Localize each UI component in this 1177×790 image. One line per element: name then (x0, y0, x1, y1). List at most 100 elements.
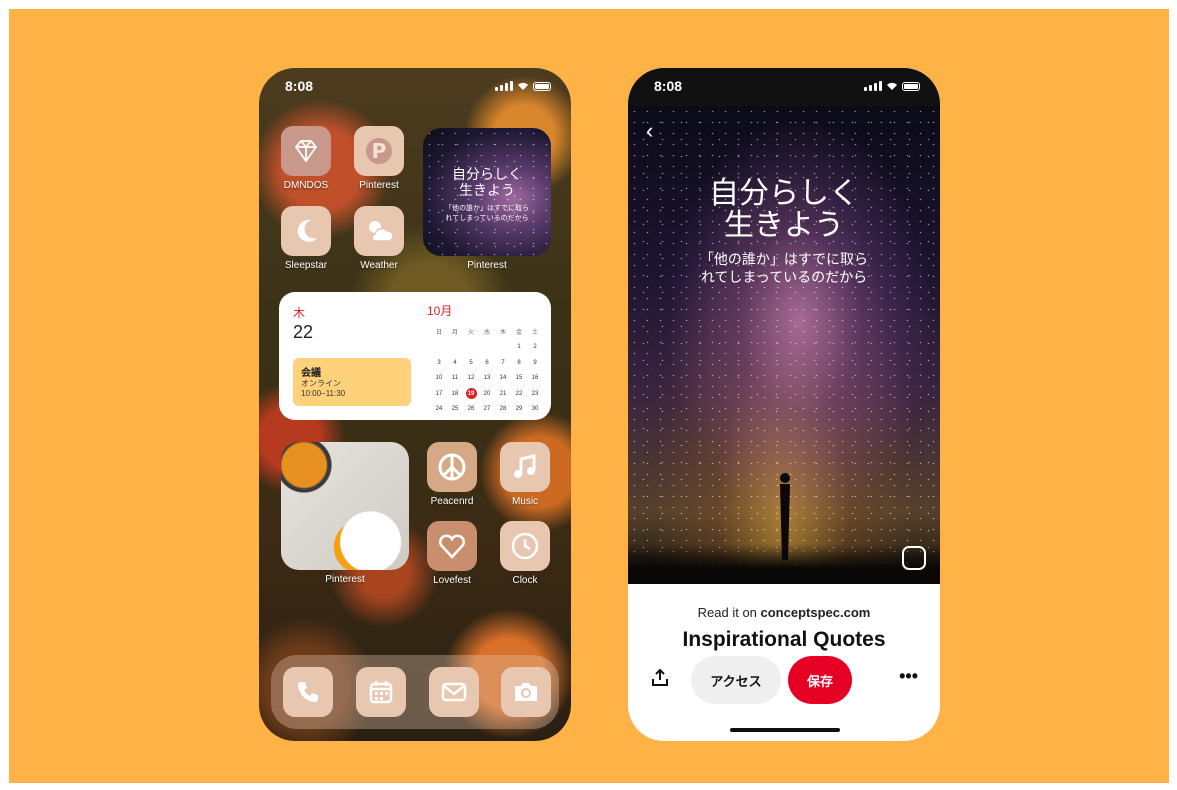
quote-line: 自分らしく (709, 177, 859, 210)
widget-label: Pinterest (467, 260, 507, 271)
app-dmndos[interactable]: DMNDOS (276, 126, 336, 191)
source-link[interactable]: Read it on conceptspec.com (628, 605, 940, 620)
calendar-date: 6 (485, 359, 489, 366)
event-time: 10:00−11:30 (301, 389, 346, 398)
calendar-date: 16 (531, 375, 539, 382)
calendar-date: 24 (435, 406, 443, 413)
calendar-date: 2 (533, 344, 537, 351)
action-bar: アクセス 保存 ••• (628, 656, 940, 716)
background (9, 9, 1169, 783)
app-music[interactable]: Music (495, 442, 555, 507)
dock (271, 655, 559, 729)
signal-icon (864, 81, 882, 91)
quote-sub: 「他の誰か」はすでに取ら (444, 205, 530, 212)
event-title: 会議 (301, 368, 321, 379)
save-button[interactable]: 保存 (788, 656, 852, 704)
calendar-date: 17 (435, 390, 443, 397)
more-options-icon[interactable]: ••• (899, 666, 918, 687)
calendar-date: 11 (451, 375, 459, 382)
pin-image[interactable]: 自分らしく 生きよう 「他の誰か」はすでに取ら れてしまっているのだから (628, 106, 940, 584)
calendar-date: 18 (451, 390, 459, 397)
calendar-date (447, 340, 463, 356)
weather-icon (354, 206, 404, 256)
calendar-event[interactable]: 会議 オンライン 10:00−11:30 (293, 358, 411, 406)
calendar-date-today: 19 (465, 388, 477, 400)
source-site: conceptspec.com (760, 605, 871, 620)
calendar-day: 22 (293, 322, 314, 342)
wifi-icon (518, 82, 528, 90)
phone-pin-detail: 8:08 自分らしく 生きよう 「他の誰か」はすでに取ら れてしまっているのだから … (628, 68, 940, 741)
calendar-date: 15 (515, 375, 523, 382)
app-lovefest[interactable]: Lovefest (422, 521, 482, 586)
clock-icon (500, 521, 550, 571)
visual-search-icon[interactable] (902, 546, 926, 570)
event-location: オンライン (301, 379, 341, 388)
quote-line: 生きよう (724, 209, 844, 242)
app-label: DMNDOS (283, 180, 329, 191)
home-indicator (730, 728, 840, 732)
calendar-date: 12 (467, 375, 475, 382)
mail-icon[interactable] (429, 667, 479, 717)
calendar-month: 10月 (427, 304, 453, 318)
weekday-header: 金 (515, 330, 522, 337)
music-note-icon (500, 442, 550, 492)
calendar-date: 1 (517, 344, 521, 351)
calendar-date (479, 340, 495, 356)
weekday-header: 日 (435, 330, 442, 337)
diamond-icon (281, 126, 331, 176)
app-label: Weather (360, 260, 398, 271)
app-sleepstar[interactable]: Sleepstar (276, 206, 336, 271)
battery-icon (533, 82, 551, 91)
back-chevron-icon[interactable]: ‹ (646, 118, 653, 144)
calendar-weekday: 木 (293, 306, 306, 320)
calendar-date: 9 (533, 359, 537, 366)
wifi-icon (887, 82, 897, 90)
app-clock[interactable]: Clock (495, 521, 555, 586)
visit-button[interactable]: アクセス (691, 656, 781, 704)
photo-widget[interactable] (281, 442, 409, 570)
calendar-date: 7 (501, 359, 505, 366)
calendar-widget[interactable]: 木 22 会議 オンライン 10:00−11:30 10月 日月火水木金土123… (279, 292, 551, 428)
calendar-date: 22 (515, 390, 523, 397)
phone-icon[interactable] (283, 667, 333, 717)
app-label: Sleepstar (284, 260, 328, 271)
pin-title: Inspirational Quotes (682, 628, 886, 651)
share-icon[interactable] (650, 668, 670, 688)
app-label: Pinterest (359, 180, 399, 191)
phone-home-screen: 8:08 DMNDOS P Pinterest Sleepstar Weathe… (259, 68, 571, 741)
heart-icon (427, 521, 477, 571)
app-label: Peacenrd (430, 496, 474, 507)
calendar-date (431, 340, 447, 356)
app-weather[interactable]: Weather (349, 206, 409, 271)
quote-sub: れてしまっているのだから (700, 269, 868, 285)
peace-icon (427, 442, 477, 492)
calendar-date: 13 (483, 375, 491, 382)
app-peacenrd[interactable]: Peacenrd (422, 442, 482, 507)
weekday-header: 月 (451, 330, 458, 337)
calendar-date: 29 (515, 406, 523, 413)
calendar-date: 4 (453, 359, 457, 366)
camera-icon[interactable] (501, 667, 551, 717)
weekday-header: 火 (467, 330, 474, 337)
calendar-date: 25 (451, 406, 459, 413)
calendar-date: 21 (499, 390, 507, 397)
svg-text:P: P (372, 139, 387, 163)
calendar-date: 23 (531, 390, 539, 397)
status-bar: 8:08 (628, 68, 940, 106)
weekday-header: 水 (483, 330, 490, 337)
calendar-date: 8 (517, 359, 521, 366)
calendar-date (463, 340, 479, 356)
calendar-icon[interactable] (356, 667, 406, 717)
calendar-date: 27 (483, 406, 491, 413)
status-bar: 8:08 (259, 68, 571, 104)
weekday-header: 土 (531, 330, 538, 337)
signal-icon (495, 81, 513, 91)
pinterest-quote-widget[interactable]: 自分らしく 生きよう 「他の誰か」はすでに取ら れてしまっているのだから (423, 128, 551, 256)
quote-line: 生きよう (459, 182, 515, 198)
quote-sub: 「他の誰か」はすでに取ら (699, 251, 869, 267)
app-pinterest[interactable]: P Pinterest (349, 126, 409, 191)
calendar-date: 28 (499, 406, 507, 413)
calendar-date: 31 (435, 421, 443, 428)
calendar-date: 3 (437, 359, 441, 366)
status-time: 8:08 (654, 78, 683, 94)
